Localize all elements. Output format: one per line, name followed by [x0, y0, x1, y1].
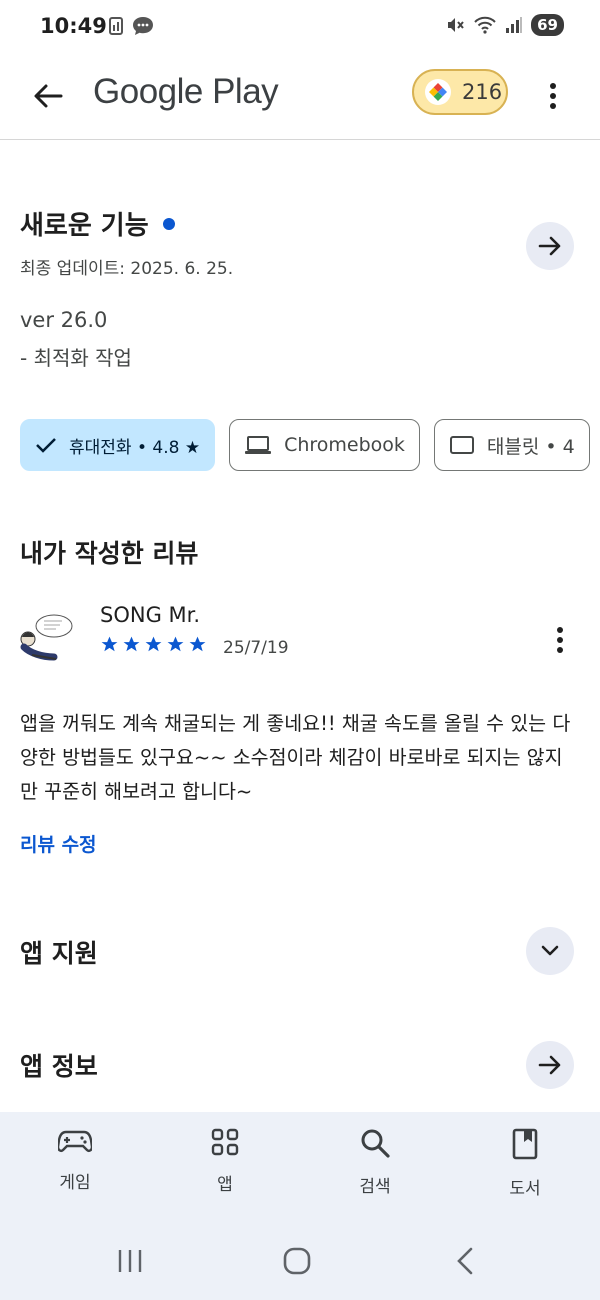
check-icon — [36, 438, 56, 453]
more-vert-icon — [550, 83, 556, 109]
nav-books-label: 도서 — [509, 1179, 541, 1199]
system-back-button[interactable] — [435, 1238, 495, 1284]
reviewer-avatar — [18, 611, 74, 667]
app-title: Google Play — [93, 72, 279, 111]
new-indicator-dot — [162, 217, 175, 230]
home-icon — [283, 1247, 311, 1275]
app-info-arrow-button[interactable] — [526, 1041, 574, 1089]
arrow-forward-icon — [538, 236, 561, 256]
device-chips: 휴대전화 • 4.8 ★ Chromebook 태블릿 • 4 — [20, 419, 590, 471]
chip-phone[interactable]: 휴대전화 • 4.8 ★ — [20, 419, 216, 471]
gamepad-icon — [58, 1130, 92, 1152]
tablet-icon — [449, 436, 474, 454]
laptop-icon — [245, 436, 272, 454]
nav-apps-label: 앱 — [217, 1175, 233, 1195]
status-bar: 10:49 69 — [0, 0, 600, 56]
app-support-expand-button[interactable] — [526, 927, 574, 975]
apps-grid-icon — [211, 1128, 239, 1156]
my-review-header: 내가 작성한 리뷰 — [20, 539, 199, 568]
review-date: 25/7/19 — [223, 638, 289, 658]
app-info-title[interactable]: 앱 정보 — [20, 1047, 98, 1083]
home-button[interactable] — [267, 1238, 327, 1284]
star-icon — [145, 636, 162, 652]
chip-chromebook[interactable]: Chromebook — [229, 419, 420, 471]
last-updated: 최종 업데이트: 2025. 6. 25. — [20, 259, 234, 279]
release-notes: - 최적화 작업 — [20, 346, 132, 370]
search-icon — [361, 1129, 390, 1158]
nav-books[interactable]: 도서 — [470, 1128, 580, 1199]
arrow-back-icon — [34, 84, 63, 108]
recent-apps-icon — [118, 1250, 142, 1272]
bottom-navigation: 게임 앱 검색 도서 — [0, 1112, 600, 1222]
review-menu-button[interactable] — [545, 620, 575, 660]
star-icon — [189, 636, 206, 652]
version-label: ver 26.0 — [20, 308, 108, 332]
star-rating — [100, 635, 207, 654]
chat-bubble-icon — [133, 17, 153, 35]
review-text: 앱을 꺼둬도 계속 채굴되는 게 좋네요!! 채굴 속도를 올릴 수 있는 다양… — [20, 712, 571, 803]
star-icon — [167, 636, 184, 652]
battery-level: 69 — [531, 14, 564, 36]
star-icon — [123, 636, 140, 652]
chevron-down-icon — [541, 945, 559, 956]
chip-phone-label: 휴대전화 • 4.8 ★ — [69, 437, 201, 458]
nav-games[interactable]: 게임 — [20, 1128, 130, 1193]
whats-new-arrow-button[interactable] — [526, 222, 574, 270]
wifi-icon — [474, 16, 496, 34]
chevron-left-icon — [457, 1247, 473, 1275]
nav-games-label: 게임 — [59, 1173, 91, 1193]
play-points-badge[interactable]: 216 — [412, 69, 508, 115]
back-button[interactable] — [26, 74, 70, 118]
status-time: 10:49 — [40, 14, 107, 38]
reviewer-name: SONG Mr. — [100, 603, 201, 627]
edit-review-link[interactable]: 리뷰 수정 — [20, 830, 97, 857]
star-icon — [101, 636, 118, 652]
play-points-icon — [425, 79, 451, 105]
app-support-title[interactable]: 앱 지원 — [20, 934, 98, 970]
whats-new-section: 새로운 기능 최종 업데이트: 2025. 6. 25. — [20, 205, 580, 279]
chip-chromebook-label: Chromebook — [284, 434, 405, 456]
whats-new-header: 새로운 기능 — [20, 205, 580, 242]
chip-tablet-label: 태블릿 • 4 — [486, 435, 575, 458]
nav-search[interactable]: 검색 — [320, 1128, 430, 1197]
more-vert-icon — [557, 627, 563, 653]
arrow-forward-icon — [538, 1055, 561, 1075]
app-bar: Google Play 216 — [0, 56, 600, 140]
system-status-icons: 69 — [445, 14, 564, 36]
whats-new-title: 새로운 기능 — [20, 211, 149, 241]
mute-icon — [448, 18, 464, 32]
system-navigation-bar — [0, 1222, 600, 1300]
data-usage-icon — [109, 17, 123, 35]
book-icon — [512, 1128, 538, 1160]
recent-apps-button[interactable] — [100, 1238, 160, 1284]
points-value: 216 — [462, 80, 503, 104]
notification-icons — [108, 16, 154, 36]
signal-icon — [506, 17, 523, 33]
overflow-menu-button[interactable] — [536, 74, 570, 118]
nav-search-label: 검색 — [359, 1177, 391, 1197]
nav-apps[interactable]: 앱 — [170, 1128, 280, 1195]
chip-tablet[interactable]: 태블릿 • 4 — [433, 419, 590, 471]
